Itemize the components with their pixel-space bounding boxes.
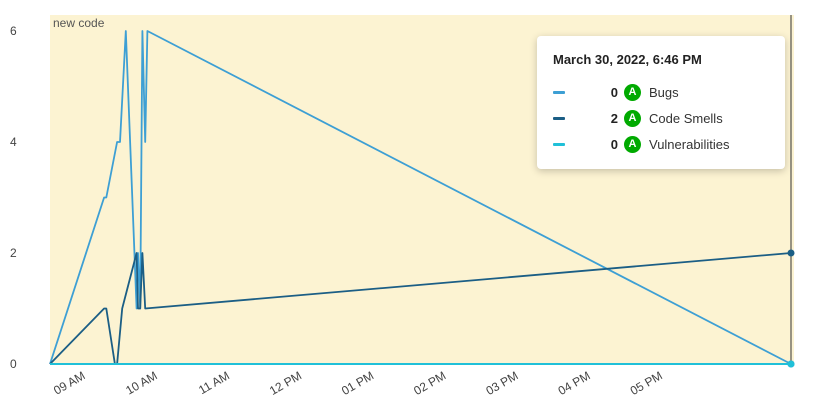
chart-tooltip: March 30, 2022, 6:46 PM 0 A Bugs 2 A Cod… <box>537 36 785 169</box>
vulnerabilities-value: 0 <box>610 136 618 152</box>
tooltip-date: March 30, 2022, 6:46 PM <box>553 52 702 67</box>
code-smells-rating-badge: A <box>624 109 641 127</box>
vulnerabilities-label: Vulnerabilities <box>649 136 730 152</box>
x-tick-label: 09 AM <box>51 368 87 397</box>
x-tick-label: 02 PM <box>411 368 448 397</box>
x-tick-label: 03 PM <box>483 368 520 397</box>
y-tick-label: 6 <box>10 24 17 38</box>
code-smells-legend-swatch <box>553 116 565 120</box>
x-tick-label: 12 PM <box>267 368 304 397</box>
vulnerabilities-cursor-dot <box>787 360 795 368</box>
bugs-rating-badge: A <box>624 83 641 101</box>
x-tick-label: 10 AM <box>123 368 159 397</box>
bugs-label: Bugs <box>649 84 679 100</box>
code-smells-value: 2 <box>610 110 618 126</box>
bugs-legend-swatch <box>553 90 565 94</box>
y-tick-label: 0 <box>10 357 17 371</box>
y-tick-label: 4 <box>10 135 17 149</box>
bugs-value: 0 <box>610 84 618 100</box>
y-tick-label: 2 <box>10 246 17 260</box>
code-smells-label: Code Smells <box>649 110 723 126</box>
x-tick-label: 11 AM <box>196 368 232 397</box>
code-smells-cursor-dot <box>787 249 795 257</box>
tooltip-row-bugs: 0 A Bugs <box>553 79 769 105</box>
x-axis-ticks: 09 AM 10 AM 11 AM 12 PM 01 PM 02 PM 03 PM 04 PM… <box>51 368 665 397</box>
x-tick-label: 05 PM <box>628 368 665 397</box>
x-tick-label: 01 PM <box>339 368 376 397</box>
tooltip-row-code-smells: 2 A Code Smells <box>553 105 769 131</box>
vulnerabilities-legend-swatch <box>553 142 565 146</box>
x-tick-label: 04 PM <box>556 368 593 397</box>
vulnerabilities-rating-badge: A <box>624 135 641 153</box>
tooltip-row-vulnerabilities: 0 A Vulnerabilities <box>553 131 769 157</box>
new-code-label: new code <box>53 16 105 30</box>
y-axis-ticks: 0 2 4 6 <box>10 24 17 371</box>
